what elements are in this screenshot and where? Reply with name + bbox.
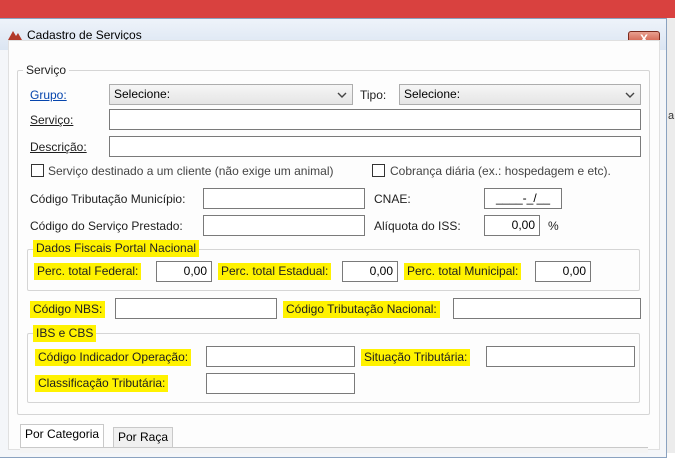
descricao-input[interactable] bbox=[109, 136, 641, 157]
codigo-nbs-label: Código NBS: bbox=[30, 301, 106, 318]
tab-por-raca-label: Por Raça bbox=[118, 430, 169, 444]
tipo-select-value: Selecione: bbox=[404, 87, 461, 101]
servico-label: Serviço: bbox=[30, 113, 74, 127]
cliente-checkbox-label[interactable]: Serviço destinado a um cliente (não exig… bbox=[48, 164, 333, 178]
aliquota-iss-input[interactable]: 0,00 bbox=[484, 215, 540, 236]
cod-indicador-input[interactable] bbox=[206, 346, 355, 367]
tipo-label: Tipo: bbox=[360, 88, 387, 102]
situacao-input[interactable] bbox=[486, 346, 635, 367]
tab-por-raca[interactable]: Por Raça bbox=[113, 427, 174, 448]
cnae-label: CNAE: bbox=[374, 192, 411, 206]
perc-estadual-input[interactable]: 0,00 bbox=[342, 261, 398, 282]
background-edge-text: a bbox=[668, 110, 675, 122]
grupo-select[interactable]: Selecione: bbox=[109, 84, 353, 105]
servico-group-legend: Serviço bbox=[23, 63, 70, 77]
descricao-label: Descrição: bbox=[30, 140, 87, 154]
perc-municipal-label: Perc. total Municipal: bbox=[404, 263, 522, 280]
ibs-group-legend: IBS e CBS bbox=[33, 325, 97, 342]
chevron-down-icon bbox=[625, 92, 635, 98]
cliente-checkbox[interactable] bbox=[31, 164, 44, 177]
cod-servico-prestado-input[interactable] bbox=[203, 215, 365, 236]
cod-trib-municipio-label: Código Tributação Município: bbox=[30, 192, 186, 206]
classificacao-label: Classificação Tributária: bbox=[35, 375, 169, 392]
tab-content-edge bbox=[20, 447, 648, 453]
tab-por-categoria-label: Por Categoria bbox=[25, 427, 100, 441]
servico-input[interactable] bbox=[109, 109, 641, 130]
cnae-input[interactable]: ____-_/__ bbox=[484, 188, 562, 209]
tipo-select[interactable]: Selecione: bbox=[399, 84, 641, 105]
aliquota-unit: % bbox=[548, 219, 559, 233]
cod-trib-nacional-label: Código Tributação Nacional: bbox=[283, 301, 440, 318]
cod-servico-prestado-label: Código do Serviço Prestado: bbox=[30, 219, 183, 233]
cod-indicador-label: Código Indicador Operação: bbox=[35, 349, 192, 366]
classificacao-input[interactable] bbox=[206, 373, 355, 394]
diaria-checkbox-label[interactable]: Cobrança diária (ex.: hospedagem e etc). bbox=[390, 164, 611, 178]
codigo-nbs-input[interactable] bbox=[115, 298, 277, 319]
grupo-link[interactable]: Grupo: bbox=[30, 88, 67, 102]
chevron-down-icon bbox=[337, 92, 347, 98]
cod-trib-nacional-input[interactable] bbox=[453, 298, 641, 319]
perc-municipal-input[interactable]: 0,00 bbox=[535, 261, 591, 282]
aliquota-iss-label: Alíquota do ISS: bbox=[374, 219, 461, 233]
perc-federal-input[interactable]: 0,00 bbox=[156, 261, 212, 282]
grupo-select-value: Selecione: bbox=[114, 87, 171, 101]
fiscal-group-legend: Dados Fiscais Portal Nacional bbox=[33, 240, 200, 257]
tab-por-categoria[interactable]: Por Categoria bbox=[20, 424, 105, 448]
perc-estadual-label: Perc. total Estadual: bbox=[218, 263, 332, 280]
perc-federal-label: Perc. total Federal: bbox=[34, 263, 142, 280]
situacao-label: Situação Tributária: bbox=[361, 349, 471, 366]
diaria-checkbox[interactable] bbox=[372, 164, 385, 177]
background-app-bar bbox=[0, 0, 675, 18]
cod-trib-municipio-input[interactable] bbox=[203, 188, 365, 209]
